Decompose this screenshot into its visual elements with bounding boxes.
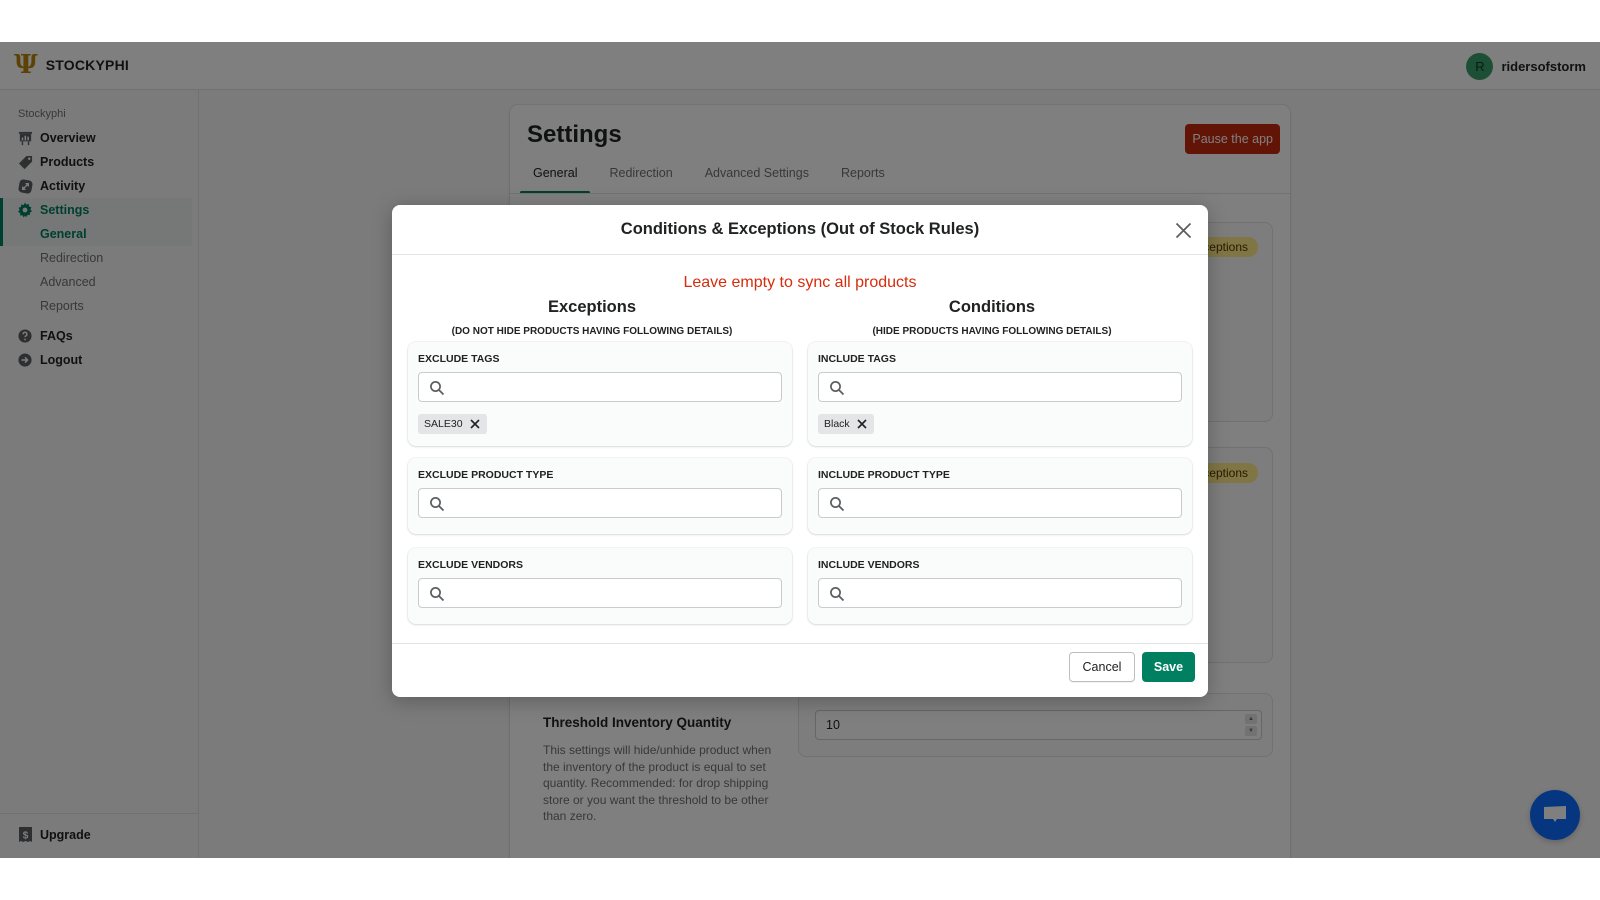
include-product-type-label: INCLUDE PRODUCT TYPE xyxy=(818,469,950,481)
exceptions-subtitle: (DO NOT HIDE PRODUCTS HAVING FOLLOWING D… xyxy=(451,326,733,337)
search-icon xyxy=(430,497,445,512)
modal-header: Conditions & Exceptions (Out of Stock Ru… xyxy=(392,205,1208,255)
include-vendors-input[interactable] xyxy=(853,579,1173,607)
conditions-title: Conditions xyxy=(948,298,1036,316)
include-product-type-card: INCLUDE PRODUCT TYPE xyxy=(808,458,1192,534)
exclude-vendors-input[interactable] xyxy=(453,579,773,607)
tag-label: Black xyxy=(824,418,850,430)
tag-chip: SALE30 xyxy=(418,414,487,434)
exclude-tags-input[interactable] xyxy=(453,373,773,401)
save-button[interactable]: Save xyxy=(1142,652,1195,682)
tag-chip: Black xyxy=(818,414,874,434)
modal-footer-divider xyxy=(392,643,1208,644)
search-icon xyxy=(830,587,845,602)
include-product-type-input[interactable] xyxy=(853,489,1173,517)
exclude-vendors-card: EXCLUDE VENDORS xyxy=(408,548,792,624)
remove-tag-button[interactable] xyxy=(856,418,868,430)
exclude-vendors-label: EXCLUDE VENDORS xyxy=(418,559,524,571)
exclude-tags-card: EXCLUDE TAGS SALE30 xyxy=(408,342,792,446)
include-product-type-search[interactable] xyxy=(818,488,1182,518)
exclude-tags-label: EXCLUDE TAGS xyxy=(418,353,500,365)
modal-title: Conditions & Exceptions (Out of Stock Ru… xyxy=(620,220,980,238)
exclude-product-type-input[interactable] xyxy=(453,489,773,517)
exclude-product-type-card: EXCLUDE PRODUCT TYPE xyxy=(408,458,792,534)
include-vendors-label: INCLUDE VENDORS xyxy=(818,559,920,571)
remove-tag-button[interactable] xyxy=(469,418,481,430)
close-icon xyxy=(857,419,867,429)
search-icon xyxy=(830,381,845,396)
include-tags-search[interactable] xyxy=(818,372,1182,402)
close-button[interactable] xyxy=(1172,219,1194,241)
include-tags-card: INCLUDE TAGS Black xyxy=(808,342,1192,446)
close-icon xyxy=(1175,222,1191,238)
cancel-button[interactable]: Cancel xyxy=(1069,652,1135,682)
exclude-product-type-search[interactable] xyxy=(418,488,782,518)
conditions-subtitle: (HIDE PRODUCTS HAVING FOLLOWING DETAILS) xyxy=(872,326,1112,337)
tag-label: SALE30 xyxy=(424,418,463,430)
sync-hint: Leave empty to sync all products xyxy=(683,274,917,291)
search-icon xyxy=(830,497,845,512)
exclude-product-type-label: EXCLUDE PRODUCT TYPE xyxy=(418,469,554,481)
close-icon xyxy=(469,419,480,429)
search-icon xyxy=(430,381,445,396)
exceptions-title: Exceptions xyxy=(547,298,637,316)
conditions-exceptions-modal: Conditions & Exceptions (Out of Stock Ru… xyxy=(392,205,1208,697)
include-vendors-card: INCLUDE VENDORS xyxy=(808,548,1192,624)
include-tags-label: INCLUDE TAGS xyxy=(818,353,896,365)
exclude-tags-search[interactable] xyxy=(418,372,782,402)
include-vendors-search[interactable] xyxy=(818,578,1182,608)
search-icon xyxy=(430,587,445,602)
include-tags-input[interactable] xyxy=(853,373,1173,401)
exclude-vendors-search[interactable] xyxy=(418,578,782,608)
app-window: Ψ STOCKYPHI R ridersofstorm Stockyphi Ov… xyxy=(0,42,1600,858)
